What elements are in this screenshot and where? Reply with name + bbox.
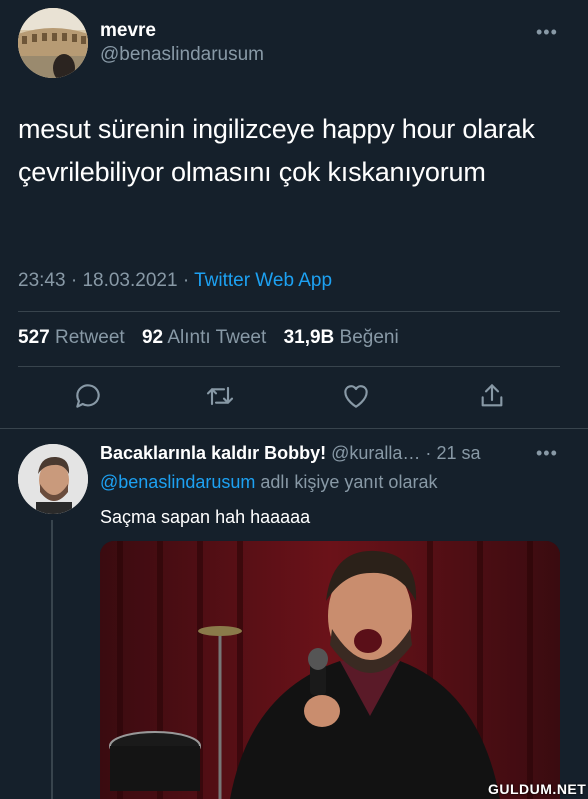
retweet-icon[interactable] (204, 380, 236, 412)
reply-age[interactable]: 21 sa (436, 443, 480, 463)
reply-display-name[interactable]: Bacaklarınla kaldır Bobby! (100, 443, 326, 463)
reply-to-handle[interactable]: @benaslindarusum (100, 472, 255, 492)
reply-more-options-icon[interactable]: ••• (536, 443, 558, 464)
reply-text: Saçma sapan hah haaaaa (100, 507, 311, 527)
like-icon[interactable] (340, 380, 372, 412)
display-name[interactable]: mevre (100, 20, 156, 42)
more-options-icon[interactable]: ••• (536, 22, 558, 43)
divider (18, 366, 560, 367)
quote-count[interactable]: 92 Alıntı Tweet (142, 327, 266, 348)
profile-avatar[interactable] (18, 8, 88, 78)
user-handle[interactable]: @benaslindarusum (100, 44, 264, 66)
tweet-date[interactable]: 18.03.2021 (82, 270, 177, 291)
reply-separator: · (425, 443, 432, 463)
tweet-text: mesut sürenin ingilizceye happy hour ola… (18, 114, 535, 187)
reply-avatar[interactable] (18, 444, 88, 514)
watermark: GULDUM.NET (488, 781, 587, 797)
like-count[interactable]: 31,9B Beğeni (284, 327, 399, 348)
reply-header: Bacaklarınla kaldır Bobby! @kuralla… · 2… (100, 443, 480, 464)
tweet-time[interactable]: 23:43 (18, 270, 66, 291)
reply-to-suffix: adlı kişiye yanıt olarak (260, 472, 438, 492)
tweet-source[interactable]: Twitter Web App (194, 270, 332, 291)
reply-icon[interactable] (72, 380, 104, 412)
divider (0, 428, 588, 429)
tweet-stats: 527 Retweet 92 Alıntı Tweet 31,9B Beğeni (18, 327, 399, 349)
meta-separator: · (182, 270, 190, 291)
replying-to: @benaslindarusum adlı kişiye yanıt olara… (100, 472, 437, 493)
tweet-meta: 23:43 · 18.03.2021 · Twitter Web App (18, 270, 332, 292)
thread-line (51, 520, 53, 799)
reply-media-image[interactable] (100, 541, 560, 799)
share-icon[interactable] (476, 380, 508, 412)
retweet-count[interactable]: 527 Retweet (18, 327, 125, 348)
meta-separator: · (70, 270, 78, 291)
reply-handle[interactable]: @kuralla… (331, 443, 420, 463)
divider (18, 311, 560, 312)
